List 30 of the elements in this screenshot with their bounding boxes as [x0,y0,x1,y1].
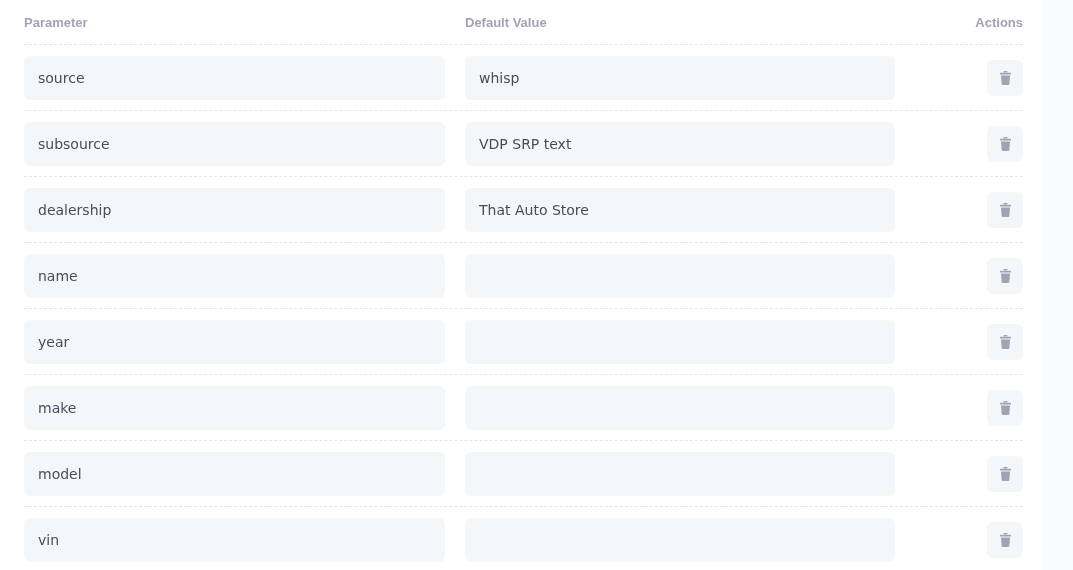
parameter-field[interactable]: name [24,253,445,298]
trash-icon [999,466,1011,481]
value-field[interactable]: That Auto Store [465,187,895,232]
delete-button[interactable] [987,323,1023,360]
parameter-field[interactable]: source [24,55,445,100]
column-header: Default Value [465,14,548,30]
column-header: Actions [974,14,1023,30]
parameter-field[interactable]: subsource [24,121,445,166]
column-header: Parameter [24,14,89,30]
trash-icon [999,70,1011,85]
trash-icon [999,334,1011,349]
value-field[interactable]: whisp [465,55,895,100]
delete-button[interactable] [987,521,1023,558]
delete-button[interactable] [987,257,1023,294]
trash-icon [999,532,1011,547]
value-field[interactable]: VDP SRP text [465,121,895,166]
trash-icon [999,400,1011,415]
trash-icon [999,268,1011,283]
delete-button[interactable] [987,389,1023,426]
trash-icon [999,202,1011,217]
delete-button[interactable] [987,125,1023,162]
parameter-field[interactable]: vin [24,517,445,562]
delete-button[interactable] [987,455,1023,492]
trash-icon [999,136,1011,151]
parameter-field[interactable]: dealership [24,187,445,232]
delete-button[interactable] [987,59,1023,96]
parameter-field[interactable]: model [24,451,445,496]
delete-button[interactable] [987,191,1023,228]
parameter-field[interactable]: year [24,319,445,364]
parameter-field[interactable]: make [24,385,445,430]
